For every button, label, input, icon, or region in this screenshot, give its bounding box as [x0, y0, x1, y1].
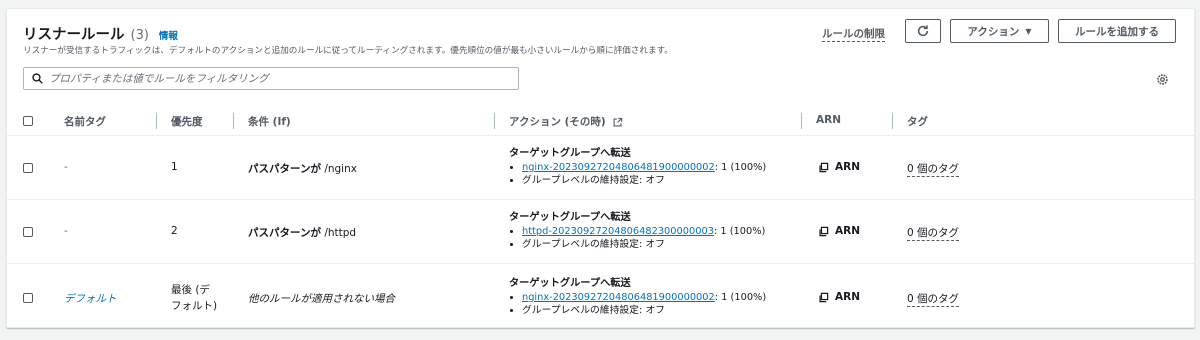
copy-icon — [819, 226, 829, 236]
target-group-weight: : 1 (100%) — [714, 162, 767, 173]
external-link-icon — [613, 117, 623, 126]
condition-label: パスパターンが — [248, 227, 321, 239]
action-title: ターゲットグループへ転送 — [509, 212, 631, 223]
target-group-link[interactable]: nginx-20230927204806481900000002 — [522, 162, 715, 173]
rule-name-tag: - — [64, 225, 68, 237]
panel-title: リスナールール — [23, 27, 125, 43]
actions-dropdown-button[interactable]: アクション ▼ — [950, 19, 1049, 43]
column-header-arn[interactable]: ARN — [816, 114, 841, 126]
column-header-name-tag[interactable]: 名前タグ — [64, 114, 106, 129]
column-divider[interactable] — [801, 113, 802, 129]
copy-icon — [819, 292, 829, 302]
panel-title-row: リスナールール (3) 情報 — [23, 23, 178, 44]
rule-action: ターゲットグループへ転送 httpd-202309272048064823000… — [509, 208, 765, 251]
column-header-action-label: アクション (その時) — [509, 116, 606, 128]
table-row: デフォルト 最後 (デ フォルト) 他のルールが適用されない場合 ターゲットグル… — [7, 264, 1194, 327]
rule-action: ターゲットグループへ転送 nginx-202309272048064819000… — [509, 274, 766, 317]
action-details: httpd-20230927204806482300000003: 1 (100… — [509, 225, 765, 251]
target-group-weight: : 1 (100%) — [713, 226, 766, 237]
tags-link[interactable]: 0 個のタグ — [907, 225, 960, 241]
column-divider[interactable] — [233, 113, 234, 129]
rule-condition: 他のルールが適用されない場合 — [248, 293, 395, 305]
target-group-link[interactable]: httpd-20230927204806482300000003 — [522, 226, 714, 237]
arn-copy-button[interactable]: ARN — [818, 161, 860, 173]
row-checkbox[interactable] — [23, 293, 33, 303]
table-header: 名前タグ 優先度 条件 (If) アクション (その時) ARN タグ — [7, 108, 1194, 136]
condition-value: /nginx — [320, 163, 357, 175]
rule-priority: 2 — [171, 225, 178, 237]
stickiness-setting: グループレベルの維持設定: オフ — [522, 238, 765, 251]
listener-rules-panel: リスナールール (3) 情報 リスナーが受信するトラフィックは、デフォルトのアク… — [6, 8, 1195, 328]
info-link[interactable]: 情報 — [159, 28, 178, 42]
arn-label: ARN — [835, 161, 860, 173]
table-row: - 1 パスパターンが /nginx ターゲットグループへ転送 nginx-20… — [7, 136, 1194, 200]
action-title: ターゲットグループへ転送 — [509, 148, 631, 159]
action-target-group-item: nginx-20230927204806481900000002: 1 (100… — [522, 291, 766, 304]
condition-label: パスパターンが — [248, 163, 321, 175]
column-header-tags[interactable]: タグ — [907, 114, 928, 129]
stickiness-setting: グループレベルの維持設定: オフ — [522, 304, 766, 317]
table-row: - 2 パスパターンが /httpd ターゲットグループへ転送 httpd-20… — [7, 200, 1194, 264]
add-rule-button-label: ルールを追加する — [1075, 25, 1159, 38]
rule-condition: パスパターンが /nginx — [248, 161, 357, 176]
action-details: nginx-20230927204806481900000002: 1 (100… — [509, 161, 766, 187]
row-checkbox[interactable] — [23, 163, 33, 173]
select-all-checkbox[interactable] — [23, 116, 33, 126]
search-placeholder: プロパティまたは値でルールをフィルタリング — [49, 73, 269, 85]
rule-count: (3) — [130, 28, 149, 43]
action-target-group-item: nginx-20230927204806481900000002: 1 (100… — [522, 161, 766, 174]
column-header-condition[interactable]: 条件 (If) — [248, 114, 291, 129]
tags-link[interactable]: 0 個のタグ — [907, 291, 960, 307]
action-details: nginx-20230927204806481900000002: 1 (100… — [509, 291, 766, 317]
target-group-link[interactable]: nginx-20230927204806481900000002 — [522, 292, 715, 303]
refresh-icon — [917, 25, 929, 37]
column-header-priority[interactable]: 優先度 — [171, 114, 203, 129]
condition-value: /httpd — [320, 227, 357, 239]
stickiness-setting: グループレベルの維持設定: オフ — [522, 174, 766, 187]
refresh-button[interactable] — [905, 19, 941, 43]
priority-line: フォルト) — [171, 300, 218, 312]
action-target-group-item: httpd-20230927204806482300000003: 1 (100… — [522, 225, 765, 238]
rule-name-tag: - — [64, 161, 68, 173]
caret-down-icon: ▼ — [1025, 26, 1032, 36]
column-header-action[interactable]: アクション (その時) — [509, 114, 623, 129]
arn-label: ARN — [835, 225, 860, 237]
column-divider[interactable] — [494, 113, 495, 129]
row-checkbox[interactable] — [23, 227, 33, 237]
column-divider[interactable] — [156, 113, 157, 129]
copy-icon — [819, 162, 829, 172]
arn-label: ARN — [835, 291, 860, 303]
rule-priority: 1 — [171, 161, 178, 173]
priority-line: 最後 (デ — [171, 284, 210, 296]
arn-copy-button[interactable]: ARN — [818, 225, 860, 237]
rule-limits-link[interactable]: ルールの制限 — [822, 26, 885, 42]
rule-action: ターゲットグループへ転送 nginx-202309272048064819000… — [509, 144, 766, 187]
action-title: ターゲットグループへ転送 — [509, 278, 631, 289]
rule-filter-search[interactable]: プロパティまたは値でルールをフィルタリング — [23, 67, 519, 90]
target-group-weight: : 1 (100%) — [714, 292, 767, 303]
panel-description: リスナーが受信するトラフィックは、デフォルトのアクションと追加のルールに従ってル… — [23, 46, 673, 56]
arn-copy-button[interactable]: ARN — [818, 291, 860, 303]
column-divider[interactable] — [892, 113, 893, 129]
rule-priority: 最後 (デ フォルト) — [171, 282, 217, 314]
rule-name-tag[interactable]: デフォルト — [64, 291, 117, 306]
search-icon — [32, 73, 43, 84]
rule-condition: パスパターンが /httpd — [248, 225, 356, 240]
gear-icon[interactable] — [1156, 73, 1169, 86]
actions-button-label: アクション — [967, 25, 1020, 38]
add-rule-button[interactable]: ルールを追加する — [1058, 19, 1176, 43]
tags-link[interactable]: 0 個のタグ — [907, 161, 960, 177]
